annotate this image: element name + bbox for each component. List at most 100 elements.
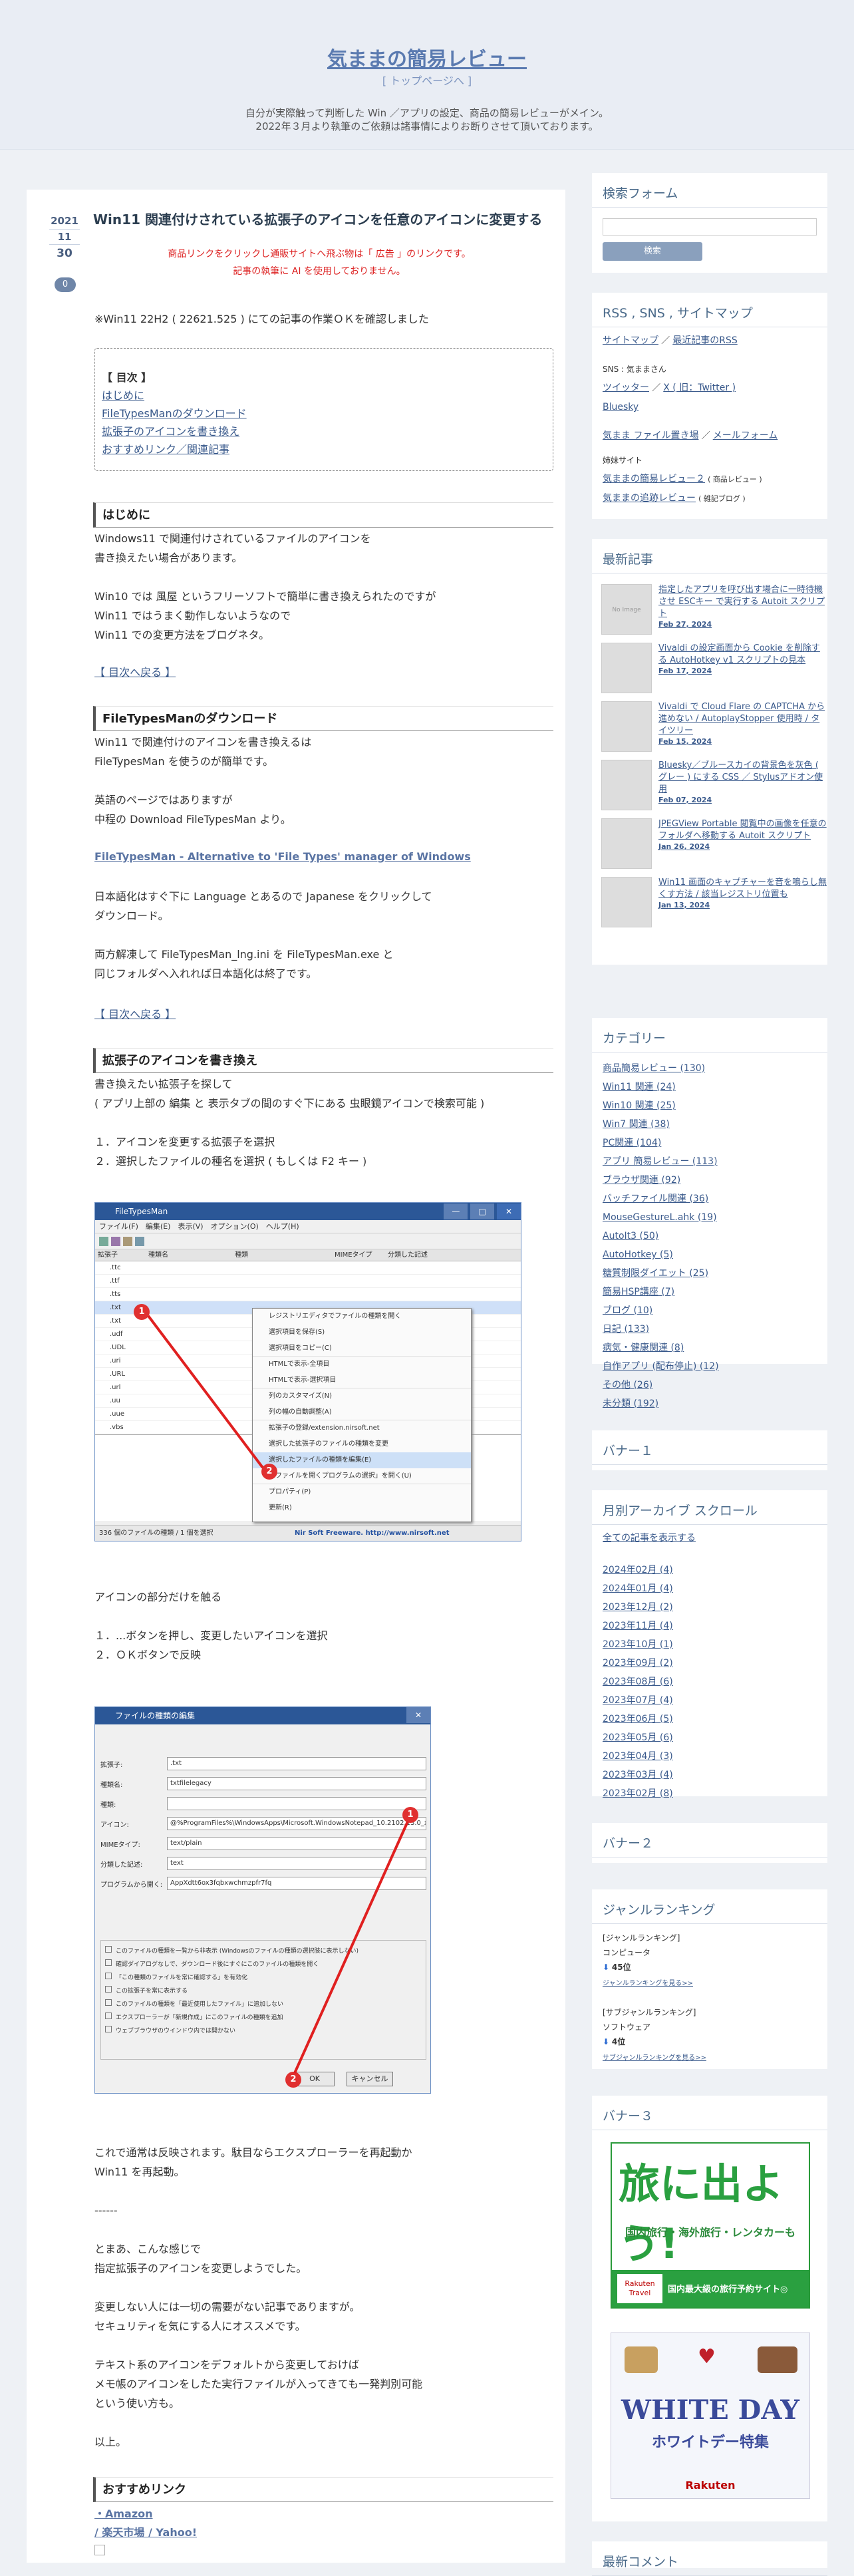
- archive-link[interactable]: 2023年08月 (6): [603, 1673, 817, 1691]
- category-link[interactable]: 自作アプリ (配布停止) (12): [603, 1357, 817, 1376]
- end-line: とまあ、こんな感じで: [94, 2243, 202, 2255]
- back-to-toc-link[interactable]: 【 目次へ戻る 】: [94, 663, 176, 679]
- category-link[interactable]: 未分類 (192): [603, 1394, 817, 1413]
- recent-posts-widget: 最新記事 No Image 指定したアプリを呼び出す場合に一時待機させ ESCキ…: [592, 539, 827, 965]
- category-link[interactable]: その他 (26): [603, 1376, 817, 1394]
- archive-all-link[interactable]: 全ての記事を表示する: [603, 1533, 696, 1543]
- top-page-link[interactable]: [ トップページへ ]: [0, 72, 854, 88]
- rss-feed-link[interactable]: 最近記事のRSS: [672, 335, 738, 346]
- post-thumbnail[interactable]: [601, 818, 652, 869]
- rank-link[interactable]: ジャンルランキングを見る>>: [603, 1980, 693, 1987]
- ad2-subline: ホワイトデー特集: [651, 2434, 769, 2451]
- rank-link[interactable]: サブジャンルランキングを見る>>: [603, 2054, 706, 2062]
- recent-post-title[interactable]: JPEGView Portable 閲覧中の画像を任意のフォルダへ移動する Au…: [658, 814, 827, 842]
- search-button[interactable]: 検索: [603, 242, 702, 261]
- article-column: 2021 11 30 0 Win11 関連付けされている拡張子のアイコンを任意の…: [27, 190, 565, 2563]
- recent-post-title[interactable]: Vivaldi で Cloud Flare の CAPTCHA から進めない /…: [658, 697, 827, 737]
- recent-post-item[interactable]: Vivaldi の設定画面から Cookie を削除する AutoHotkey …: [592, 639, 827, 697]
- post-thumbnail[interactable]: No Image: [601, 584, 652, 635]
- category-link[interactable]: 日記 (133): [603, 1320, 817, 1339]
- category-link[interactable]: 糖質制限ダイエット (25): [603, 1264, 817, 1283]
- category-link[interactable]: MouseGestureL.ahk (19): [603, 1208, 817, 1227]
- search-input[interactable]: [603, 218, 817, 236]
- post-thumbnail[interactable]: [601, 877, 652, 927]
- category-link[interactable]: アプリ 簡易レビュー (113): [603, 1152, 817, 1171]
- recent-post-title[interactable]: Vivaldi の設定画面から Cookie を削除する AutoHotkey …: [658, 639, 827, 667]
- recent-post-item[interactable]: No Image 指定したアプリを呼び出す場合に一時待機させ ESCキー で実行…: [592, 580, 827, 639]
- category-link[interactable]: 商品簡易レビュー (130): [603, 1059, 817, 1078]
- category-link[interactable]: Win10 関連 (25): [603, 1096, 817, 1115]
- mail-form-link[interactable]: メールフォーム: [713, 430, 778, 441]
- archive-link[interactable]: 2023年09月 (2): [603, 1654, 817, 1673]
- tagline-line-1: 自分が実際触って判断した Win ／アプリの設定、商品の簡易レビューがメイン。: [245, 107, 609, 119]
- archive-link[interactable]: 2023年02月 (8): [603, 1784, 817, 1803]
- toc-link-reco[interactable]: おすすめリンク／関連記事: [102, 440, 546, 458]
- recent-post-title[interactable]: 指定したアプリを呼び出す場合に一時待機させ ESCキー で実行する Autoit…: [658, 580, 827, 620]
- archive-link[interactable]: 2023年07月 (4): [603, 1691, 817, 1710]
- category-link[interactable]: PC関連 (104): [603, 1134, 817, 1152]
- post-thumbnail[interactable]: [601, 701, 652, 752]
- rakuten-yahoo-links[interactable]: / 楽天市場 / Yahoo!: [94, 2523, 197, 2539]
- sitemap-link[interactable]: サイトマップ: [603, 335, 658, 346]
- twitter-link[interactable]: ツイッター: [603, 383, 649, 393]
- category-link[interactable]: AutoIt3 (50): [603, 1227, 817, 1245]
- banner3-widget: バナー３ 旅に出よう! 国内旅行・海外旅行・レンタカーも Rakuten Tra…: [592, 2096, 827, 2521]
- filetypesman-screenshot: FileTypesMan — □ ✕ ファイル(F) 編集(E) 表示(V) オ…: [94, 1202, 521, 1541]
- category-link[interactable]: ブラウザ関連 (92): [603, 1171, 817, 1190]
- archive-link[interactable]: 2023年06月 (5): [603, 1710, 817, 1728]
- recent-post-item[interactable]: Bluesky／ブルースカイの背景色を灰色 ( グレー ) にする CSS ／ …: [592, 756, 827, 814]
- banner2-widget: バナー２: [592, 1823, 827, 1863]
- archive-link[interactable]: 2023年03月 (4): [603, 1766, 817, 1784]
- file-storage-link[interactable]: 気まま ファイル置き場: [603, 430, 698, 441]
- toc-link-icon[interactable]: 拡張子のアイコンを書き換え: [102, 422, 546, 440]
- recent-post-title[interactable]: Win11 画面のキャプチャーを音を鳴らし無くす方法 / 該当レジストリ位置も: [658, 873, 827, 901]
- end-line: 変更しない人には一切の需要がない記事でありますが。: [94, 2301, 360, 2313]
- intro-section-text: Windows11 で関連付けされているファイルのアイコンを 書き換えたい場合が…: [94, 529, 553, 645]
- post-thumbnail[interactable]: [601, 760, 652, 810]
- heading-download: FileTypesManのダウンロード: [93, 706, 553, 731]
- comment-count-badge[interactable]: 0: [55, 277, 76, 292]
- ad-footer: Rakuten Travel 国内最大級の旅行予約サイト◎: [612, 2270, 809, 2307]
- back-to-toc-link[interactable]: 【 目次へ戻る 】: [94, 1005, 176, 1021]
- archive-link[interactable]: 2023年12月 (2): [603, 1598, 817, 1617]
- category-link[interactable]: バッチファイル関連 (36): [603, 1190, 817, 1208]
- recent-post-item[interactable]: JPEGView Portable 閲覧中の画像を任意のフォルダへ移動する Au…: [592, 814, 827, 873]
- sister-site-2-link[interactable]: 気ままの追跡レビュー: [603, 493, 696, 504]
- toc-link-intro[interactable]: はじめに: [102, 387, 546, 404]
- x-link[interactable]: X ( 旧：Twitter ): [663, 383, 736, 393]
- recent-post-title[interactable]: Bluesky／ブルースカイの背景色を灰色 ( グレー ) にする CSS ／ …: [658, 756, 827, 796]
- archive-link[interactable]: 2023年10月 (1): [603, 1635, 817, 1654]
- toc-link-download[interactable]: FileTypesManのダウンロード: [102, 404, 546, 422]
- icon-section-text: 書き換えたい拡張子を探して ( アプリ上部の 編集 と 表示タブの間のすぐ下にあ…: [94, 1074, 553, 1171]
- notice-line-2: 記事の執筆に AI を使用しておりません。: [233, 266, 406, 277]
- travel-ad-banner[interactable]: 旅に出よう! 国内旅行・海外旅行・レンタカーも Rakuten Travel 国…: [611, 2142, 810, 2309]
- banner1-title: バナー１: [592, 1430, 827, 1465]
- archive-link[interactable]: 2023年04月 (3): [603, 1747, 817, 1766]
- rank-position: 4位: [611, 2037, 626, 2046]
- post-title[interactable]: Win11 関連付けされている拡張子のアイコンを任意のアイコンに変更する: [93, 210, 545, 230]
- sister-site-1-link[interactable]: 気ままの簡易レビュー２: [603, 474, 705, 484]
- site-title[interactable]: 気ままの簡易レビュー: [0, 43, 854, 72]
- end-line: 指定拡張子のアイコンを変更しようでした。: [94, 2262, 307, 2275]
- filetypesman-link[interactable]: FileTypesMan - Alternative to 'File Type…: [94, 850, 471, 863]
- category-link[interactable]: 病気・健康関連 (8): [603, 1339, 817, 1357]
- recent-post-item[interactable]: Vivaldi で Cloud Flare の CAPTCHA から進めない /…: [592, 697, 827, 756]
- category-link[interactable]: 簡易HSP講座 (7): [603, 1283, 817, 1301]
- bluesky-link[interactable]: Bluesky: [603, 402, 639, 412]
- recent-post-item[interactable]: Win11 画面のキャプチャーを音を鳴らし無くす方法 / 該当レジストリ位置も …: [592, 873, 827, 931]
- whiteday-ad-banner[interactable]: ♥ WHITE DAY ホワイトデー特集 Rakuten: [611, 2333, 810, 2499]
- notice-line-1: 商品リンクをクリックし通販サイトへ飛ぶ物は「 広告 」のリンクです。: [168, 249, 471, 259]
- search-widget: 検索フォーム 検索: [592, 173, 827, 273]
- category-link[interactable]: ブログ (10): [603, 1301, 817, 1320]
- category-link[interactable]: Win7 関連 (38): [603, 1115, 817, 1134]
- archive-link[interactable]: 2023年05月 (6): [603, 1728, 817, 1747]
- post-thumbnail[interactable]: [601, 643, 652, 693]
- category-link[interactable]: Win11 関連 (24): [603, 1078, 817, 1096]
- archive-link[interactable]: 2024年01月 (4): [603, 1579, 817, 1598]
- archive-link[interactable]: 2024年02月 (4): [603, 1561, 817, 1579]
- banner3-title: バナー３: [592, 2096, 827, 2130]
- heading-recommend: おすすめリンク: [93, 2477, 553, 2502]
- category-link[interactable]: AutoHotkey (5): [603, 1245, 817, 1264]
- amazon-link[interactable]: ・Amazon: [94, 2505, 153, 2521]
- archive-link[interactable]: 2023年11月 (4): [603, 1617, 817, 1635]
